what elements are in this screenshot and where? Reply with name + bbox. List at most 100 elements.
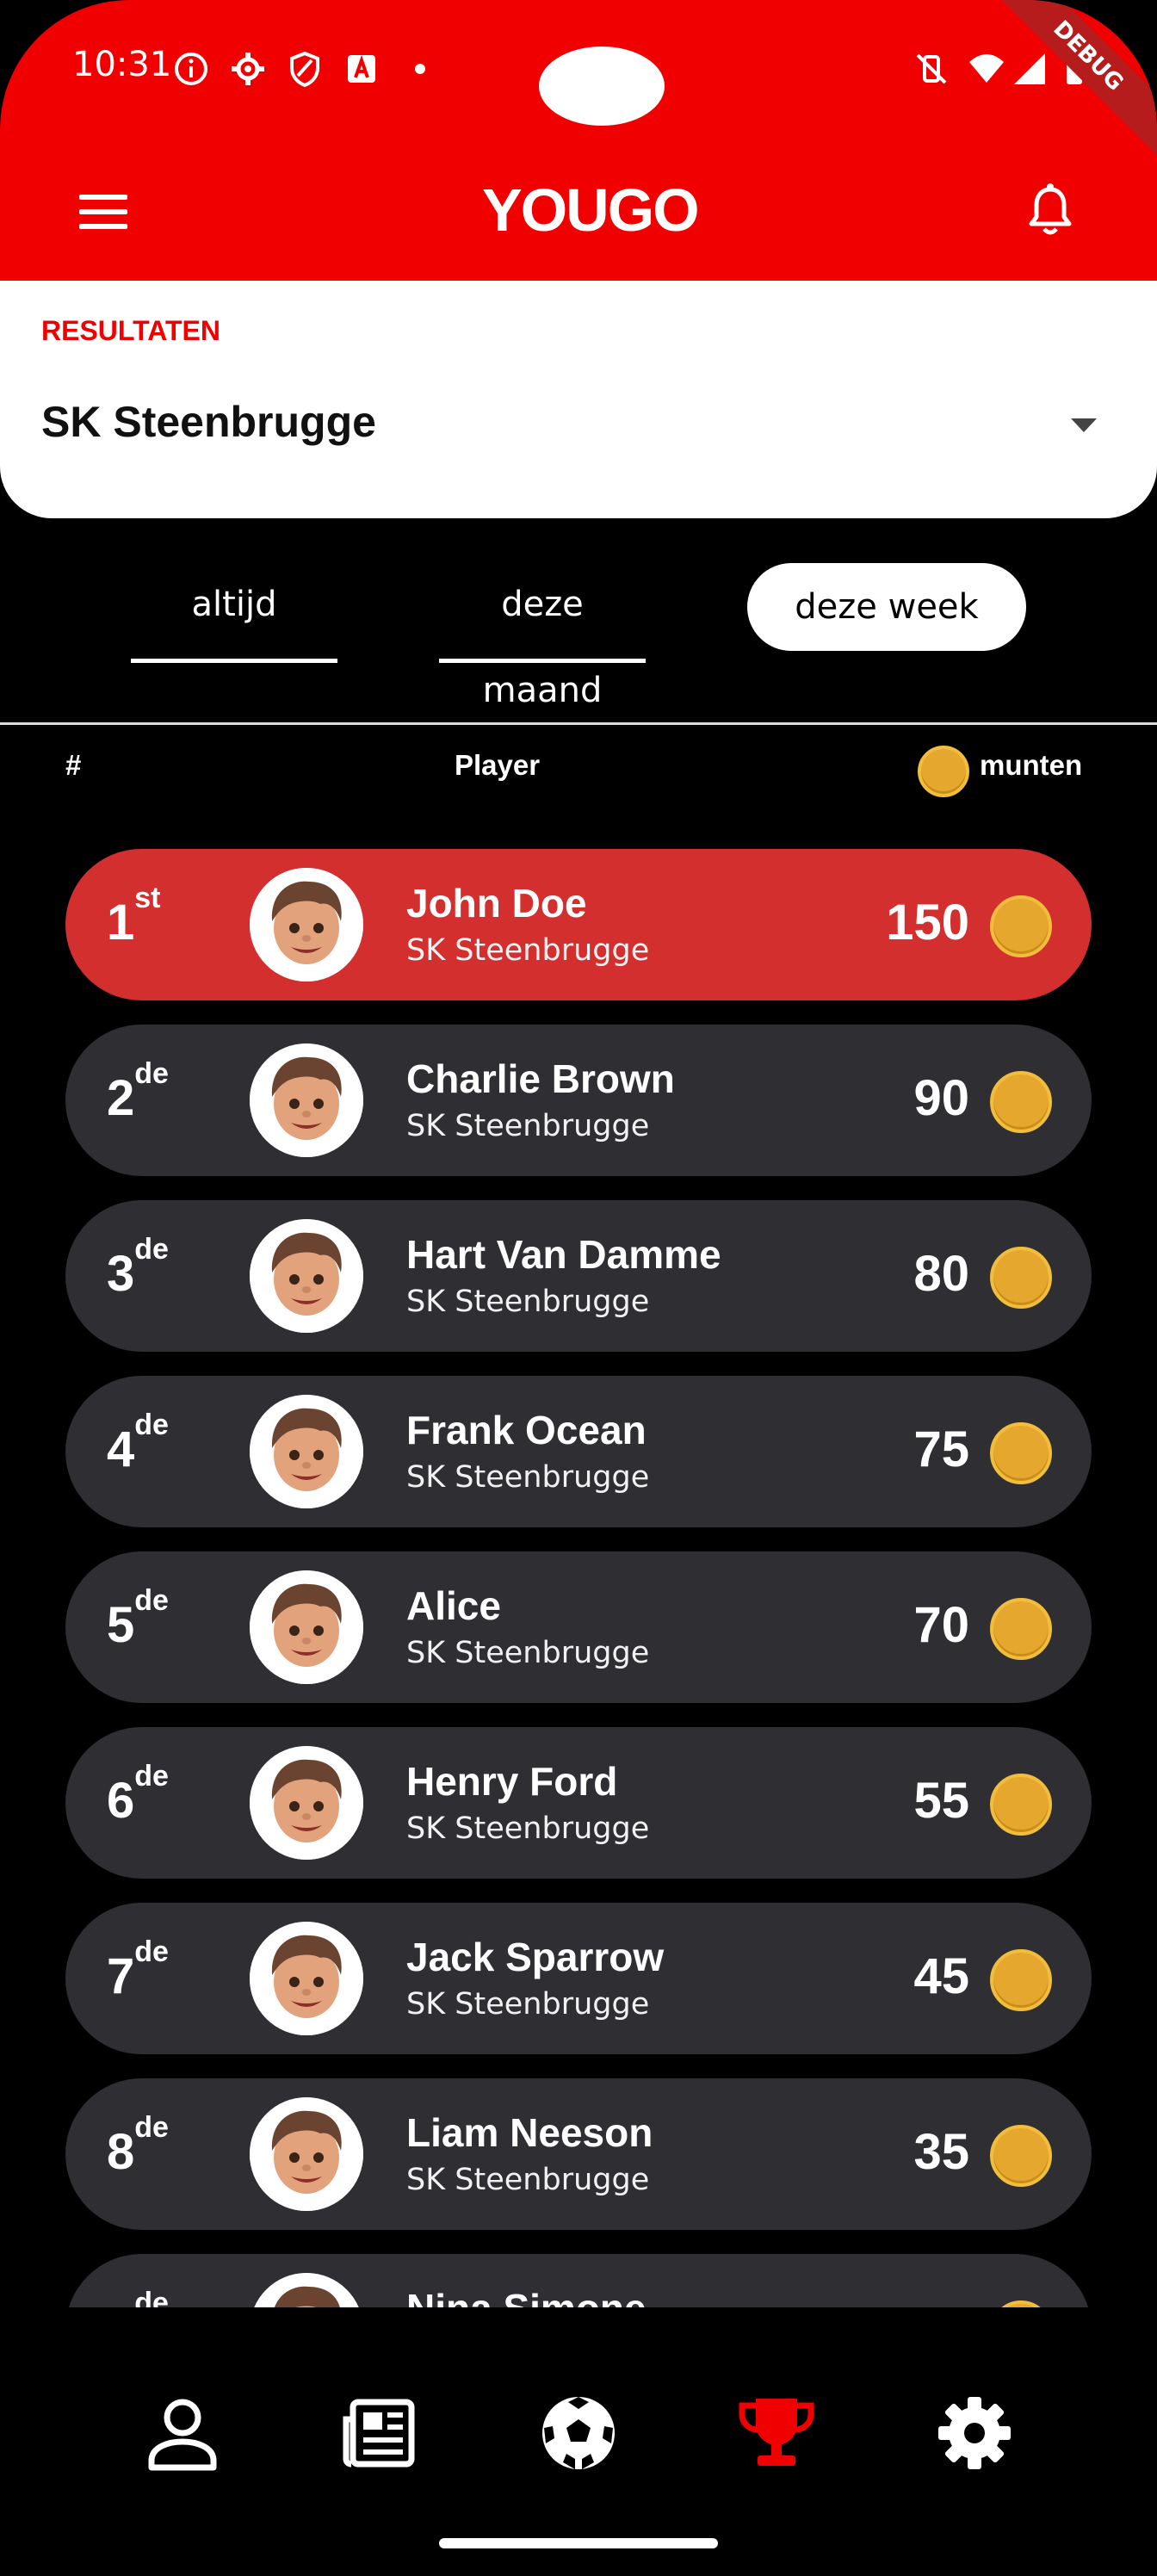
rank-number: 9 [107,2300,134,2307]
period-tabs: altijd deze maand deze week [0,561,1157,710]
coin-icon [990,2300,1052,2307]
person-icon[interactable] [143,2393,222,2473]
home-indicator[interactable] [439,2538,718,2548]
leaderboard-row[interactable]: 7de Jack Sparrow SK Steenbrugge 45 [65,1903,1092,2054]
player-name: Henry Ford [406,1759,618,1804]
player-club: SK Steenbrugge [406,933,650,968]
player-club: SK Steenbrugge [406,1636,650,1670]
avatar [250,1043,363,1157]
coin-icon [990,895,1052,957]
player-name: Jack Sparrow [406,1935,665,1979]
coin-icon [990,1949,1052,2011]
news-icon[interactable] [341,2393,420,2473]
player-score: 35 [913,2124,969,2180]
tab-underline [131,659,337,663]
menu-icon[interactable] [79,195,127,229]
rank-number: 6 [107,1773,135,1829]
player-score: 90 [913,1070,969,1126]
a-icon [348,54,375,83]
rank-number: 5 [107,1597,135,1653]
leaderboard-row[interactable]: 8de Liam Neeson SK Steenbrugge 35 [65,2078,1092,2230]
tab-deze-week[interactable]: deze week [747,563,1026,651]
avatar [250,1395,363,1508]
rank-suffix: de [134,1057,169,1090]
leaderboard-row[interactable]: 3de Hart Van Damme SK Steenbrugge 80 [65,1200,1092,1352]
top-header: 10:31 DEBUG YOUGO [0,0,1157,281]
rank: 7de [107,1935,169,2005]
player-club: SK Steenbrugge [406,1987,650,2022]
settings-status-icon [232,53,264,85]
player-name: Nina Simone [406,2285,647,2307]
avatar [250,1570,363,1684]
rank: 2de [107,1057,169,1127]
rank: 3de [107,1233,169,1303]
dropdown-caret-icon[interactable] [1071,418,1097,432]
player-club: SK Steenbrugge [406,2163,650,2197]
coin-icon [990,1774,1052,1836]
rank-suffix: de [134,1760,169,1793]
leaderboard-row[interactable]: 9de Nina Simone SK Steenbrugge [65,2254,1092,2307]
leaderboard-row[interactable]: 1st John Doe SK Steenbrugge 150 [65,849,1092,1000]
rank-suffix: de [134,1584,169,1617]
bottom-nav [0,2307,1157,2576]
avatar [250,1746,363,1860]
player-club: SK Steenbrugge [406,1811,650,1846]
coin-icon [990,1071,1052,1133]
coin-icon [990,1247,1052,1309]
player-name: Hart Van Damme [406,1232,721,1277]
status-time: 10:31 [72,45,172,84]
trophy-icon[interactable] [737,2393,816,2473]
rank-number: 8 [107,2124,135,2180]
vibrate-off-icon [916,53,947,84]
rank: 4de [107,1409,169,1478]
rank: 9de [107,2287,169,2307]
gear-icon[interactable] [935,2393,1014,2473]
results-label: RESULTATEN [41,315,220,346]
leaderboard-list[interactable]: 1st John Doe SK Steenbrugge 150 2de Char… [0,849,1157,2307]
header-coins: munten [980,749,1083,781]
rank: 1st [107,882,161,951]
rank-suffix: de [134,2111,169,2144]
rank-suffix: de [134,1935,169,1968]
rank: 6de [107,1760,169,1830]
tab-altijd[interactable]: altijd [131,561,337,663]
phone-screen: 10:31 DEBUG YOUGO RESULTATEN SK Steenbru… [0,0,1157,2576]
avatar [250,1922,363,2035]
camera-cutout [539,46,665,126]
tab-deze-maand[interactable]: deze maand [439,561,646,710]
avatar [250,1219,363,1333]
player-score: 45 [913,1948,969,2004]
bell-icon[interactable] [1024,183,1076,238]
club-dropdown[interactable]: SK Steenbrugge [41,397,376,447]
player-name: John Doe [406,881,587,926]
player-club: SK Steenbrugge [406,1109,650,1143]
player-club: SK Steenbrugge [406,1285,650,1319]
soccer-ball-icon[interactable] [539,2393,618,2473]
rank-suffix: st [134,882,161,914]
info-icon [175,53,207,85]
coin-icon [990,1422,1052,1484]
tab-label: deze week [795,587,979,627]
leaderboard-row[interactable]: 6de Henry Ford SK Steenbrugge 55 [65,1727,1092,1879]
header-player: Player [455,749,541,781]
rank-suffix: de [134,2287,169,2307]
tab-label: altijd [191,585,277,624]
coin-icon [990,2125,1052,2187]
leaderboard-row[interactable]: 5de Alice SK Steenbrugge 70 [65,1551,1092,1703]
player-score: 150 [886,895,969,951]
dot-icon [415,64,425,74]
leaderboard-row[interactable]: 2de Charlie Brown SK Steenbrugge 90 [65,1025,1092,1176]
avatar [250,2097,363,2211]
leaderboard-row[interactable]: 4de Frank Ocean SK Steenbrugge 75 [65,1376,1092,1527]
app-logo: YOUGO [482,176,700,245]
tab-label: deze maand [482,585,603,710]
player-name: Charlie Brown [406,1056,675,1101]
player-name: Alice [406,1583,501,1628]
signal-icon [1014,53,1045,84]
player-score: 80 [913,1246,969,1302]
rank: 5de [107,1584,169,1654]
app-bar: YOUGO [0,160,1157,255]
rank-number: 1 [107,895,135,951]
avatar [250,868,363,981]
header-rank: # [65,749,82,781]
